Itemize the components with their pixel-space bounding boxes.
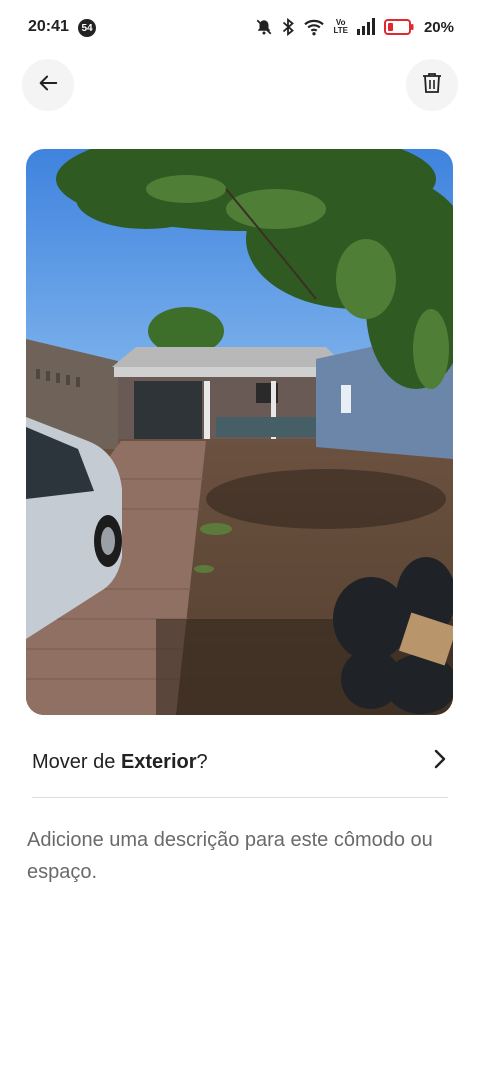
signal-icon [356, 18, 376, 36]
battery-icon [383, 18, 414, 36]
move-suffix: ? [196, 750, 208, 773]
bell-muted-icon [255, 18, 273, 36]
volte-indicator: Vo LTE [333, 19, 348, 35]
volte-bottom-label: LTE [333, 26, 348, 35]
back-button[interactable] [22, 59, 74, 111]
delete-photo-button[interactable] [406, 59, 458, 111]
bluetooth-icon [281, 18, 295, 36]
divider [32, 797, 448, 798]
move-room-row[interactable]: Mover de Exterior? [32, 740, 448, 784]
wifi-icon [303, 18, 325, 36]
room-photo [26, 149, 453, 715]
current-room-name: Exterior [120, 750, 197, 773]
status-time: 20:41 [28, 18, 69, 35]
battery-percent: 20% [423, 18, 454, 36]
description-input[interactable]: Adicione uma descrição para este cômodo … [27, 824, 457, 888]
exterior-house-photo [26, 149, 453, 715]
trash-icon [422, 72, 442, 99]
move-prefix: Mover de [32, 750, 121, 773]
status-icons: Vo LTE 20% [255, 16, 454, 38]
move-room-label: Mover de Exterior? [32, 751, 208, 774]
arrow-left-icon [37, 72, 59, 99]
status-bar: 20:41 54 Vo LTE 20% [0, 0, 480, 56]
chevron-right-icon [432, 748, 448, 775]
notification-count-badge: 54 [78, 19, 96, 37]
